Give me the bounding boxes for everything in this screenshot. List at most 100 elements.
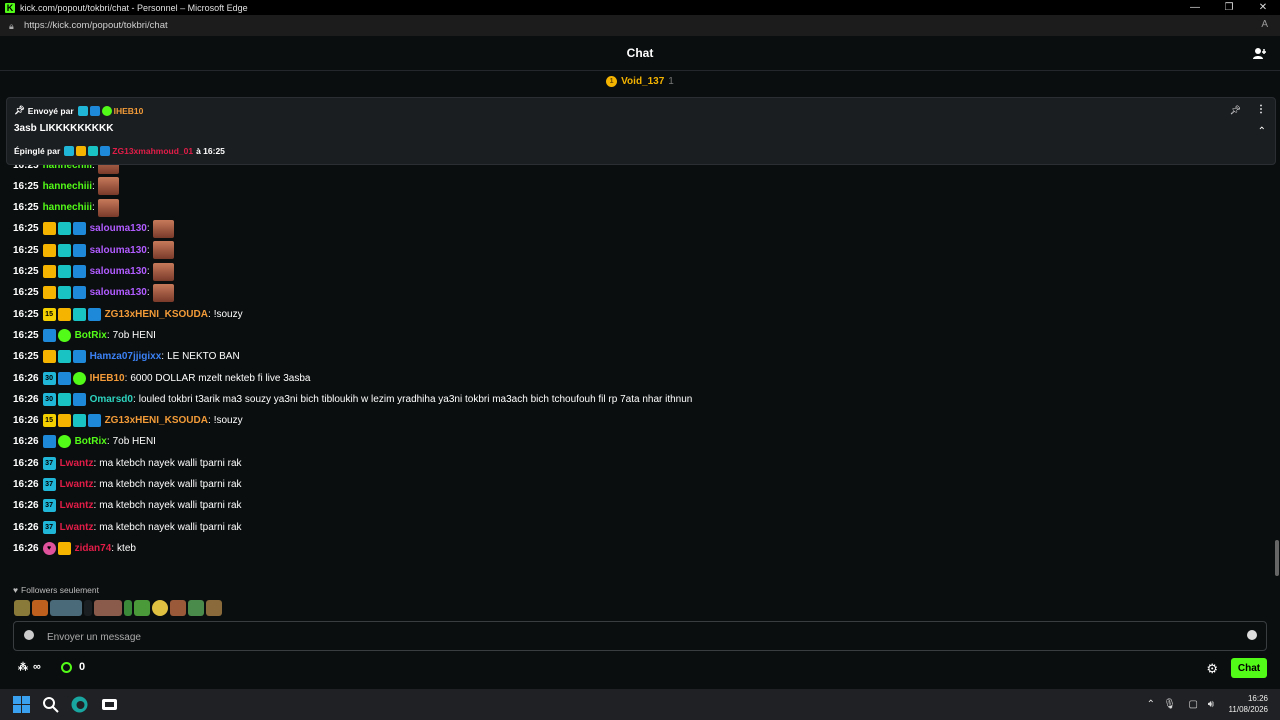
emote-3[interactable] (50, 600, 82, 616)
chat-emote[interactable] (97, 198, 119, 217)
more-options-icon[interactable]: ⋮ (1256, 104, 1266, 115)
message-username[interactable]: salouma130 (90, 266, 147, 277)
close-button[interactable]: ✕ (1246, 0, 1280, 15)
message-time: 16:26 (13, 457, 39, 469)
message-username[interactable]: Lwantz (60, 522, 94, 533)
chat-message: 16:25 salouma130: (13, 283, 174, 303)
emoji-icon[interactable] (1247, 630, 1257, 640)
chat-message: 16:25 BotRix:7ob HENI (13, 325, 156, 345)
message-username[interactable]: Lwantz (60, 500, 94, 511)
message-username[interactable]: Lwantz (60, 458, 94, 469)
tool-badge-icon (42, 435, 56, 449)
sub3-badge-icon: 37 (42, 456, 56, 470)
lock-icon: 🔒︎ (9, 21, 14, 31)
emote-6[interactable] (134, 600, 150, 616)
reader-view-icon[interactable]: A (1261, 19, 1268, 30)
message-text: 6000 DOLLAR mzelt nekteb fi live 3asba (130, 372, 311, 384)
pinned-by-row: Épinglé par ZG13xmahmoud_01 à 16:25 (14, 146, 225, 156)
chat-emote[interactable] (97, 177, 119, 196)
windows-start-icon[interactable] (12, 695, 31, 714)
message-username[interactable]: ZG13xHENI_KSOUDA (105, 309, 208, 320)
gear-icon[interactable]: ⚙ (1206, 661, 1218, 677)
message-username[interactable]: hannechiii (43, 181, 92, 192)
message-username[interactable]: Hamza07jjigixx (90, 351, 162, 362)
sub-badge-icon (72, 307, 86, 321)
restore-button[interactable]: ❐ (1212, 0, 1246, 15)
message-separator: : (207, 308, 211, 320)
edge-browser-icon[interactable] (70, 695, 89, 714)
message-text: 7ob HENI (112, 436, 156, 448)
chat-message: 16:26 37 Lwantz: ma ktebch nayek walli tpar… (13, 453, 242, 473)
emote-2[interactable] (32, 600, 48, 616)
system-clock[interactable]: 16:26 11/08/2026 (1229, 693, 1268, 715)
emote-7[interactable] (152, 600, 168, 616)
message-text: kteb (117, 542, 136, 554)
emote-8[interactable] (170, 600, 186, 616)
chat-message: 16:26 30 IHEB10:6000 DOLLAR mzelt nekteb f… (13, 368, 310, 388)
chat-message: 16:25 salouma130: (13, 262, 174, 282)
followers-only-notice: ♥ Followers seulement (13, 585, 99, 595)
url-text[interactable]: https://kick.com/popout/tokbri/chat (24, 20, 168, 31)
pinned-time: à 16:25 (196, 146, 225, 156)
volume-icon[interactable]: 🔊︎ (1208, 699, 1214, 710)
sub15-badge-icon: 15 (42, 307, 56, 321)
sub3-badge-icon: 37 (42, 499, 56, 513)
message-username[interactable]: hannechiii (43, 202, 92, 213)
emote-4[interactable] (94, 600, 122, 616)
scrollbar[interactable] (1275, 540, 1279, 576)
message-username[interactable]: salouma130 (90, 287, 147, 298)
message-username[interactable]: salouma130 (90, 245, 147, 256)
sub-badge-icon (72, 414, 86, 428)
kick-count: 0 (79, 661, 86, 673)
message-separator: : (132, 393, 136, 405)
emote-1[interactable] (14, 600, 30, 616)
chat-emote[interactable] (152, 283, 174, 302)
emote-10[interactable] (206, 600, 222, 616)
emote-9[interactable] (188, 600, 204, 616)
send-chat-button[interactable]: Chat (1231, 658, 1267, 678)
network-icon[interactable]: ▢ (1189, 699, 1198, 710)
chevron-up-icon[interactable]: ⌃ (1147, 699, 1155, 710)
message-username[interactable]: BotRix (75, 330, 107, 341)
message-username[interactable]: BotRix (75, 436, 107, 447)
message-separator: : (92, 180, 95, 192)
message-time: 16:26 (13, 415, 39, 427)
emote-5[interactable] (124, 600, 132, 616)
message-username[interactable]: Omarsd0 (90, 394, 133, 405)
channel-points[interactable]: ⁂ ∞ (18, 661, 41, 673)
minimize-button[interactable]: — (1178, 0, 1212, 15)
crown-badge-icon (57, 414, 71, 428)
chat-message: 16:25 15 ZG13xHENI_KSOUDA: !souzy (13, 304, 243, 324)
unpin-icon[interactable]: 📌︎ (1230, 105, 1241, 116)
message-text: LE NEKTO BAN (167, 351, 240, 363)
message-text: ma ktebch nayek walli tparni rak (99, 500, 242, 512)
chat-emote[interactable] (152, 219, 174, 238)
message-username[interactable]: IHEB10 (90, 373, 125, 384)
pin-icon: 📌︎ (14, 105, 25, 115)
message-input[interactable] (45, 627, 1229, 647)
message-username[interactable]: zidan74 (75, 543, 112, 554)
kicks-balance[interactable]: 0 (61, 661, 85, 673)
gift-leaderboard[interactable]: 1 Void_137 1 (0, 72, 1280, 90)
microphone-icon[interactable]: 🎙︎ (1163, 699, 1176, 710)
message-text: louled tokbri t3arik ma3 souzy ya3ni bic… (138, 393, 693, 405)
chat-emote[interactable] (152, 262, 174, 281)
pinned-by-user[interactable]: ZG13xmahmoud_01 (112, 146, 193, 156)
chat-footer: ⁂ ∞ 0 ⚙ Chat (0, 655, 1280, 681)
message-username[interactable]: salouma130 (90, 223, 147, 234)
message-username[interactable]: ZG13xHENI_KSOUDA (105, 415, 208, 426)
chat-emote[interactable] (152, 241, 174, 260)
chevron-up-icon[interactable]: ⌃ (1258, 126, 1266, 137)
sent-by-user[interactable]: IHEB10 (114, 106, 144, 116)
gift-badge-icon: ♥ (42, 541, 56, 555)
message-text: !souzy (213, 308, 243, 320)
app-taskbar-icon[interactable] (100, 695, 119, 714)
chat-message: 16:25 hannechiii: (13, 176, 119, 196)
kick-coin-icon (61, 661, 72, 673)
users-icon[interactable] (1252, 46, 1268, 62)
message-username[interactable]: Lwantz (60, 479, 94, 490)
search-icon[interactable] (41, 695, 60, 714)
crown-badge-icon (42, 265, 56, 278)
message-separator: : (93, 521, 97, 533)
message-time: 16:26 (13, 479, 39, 490)
